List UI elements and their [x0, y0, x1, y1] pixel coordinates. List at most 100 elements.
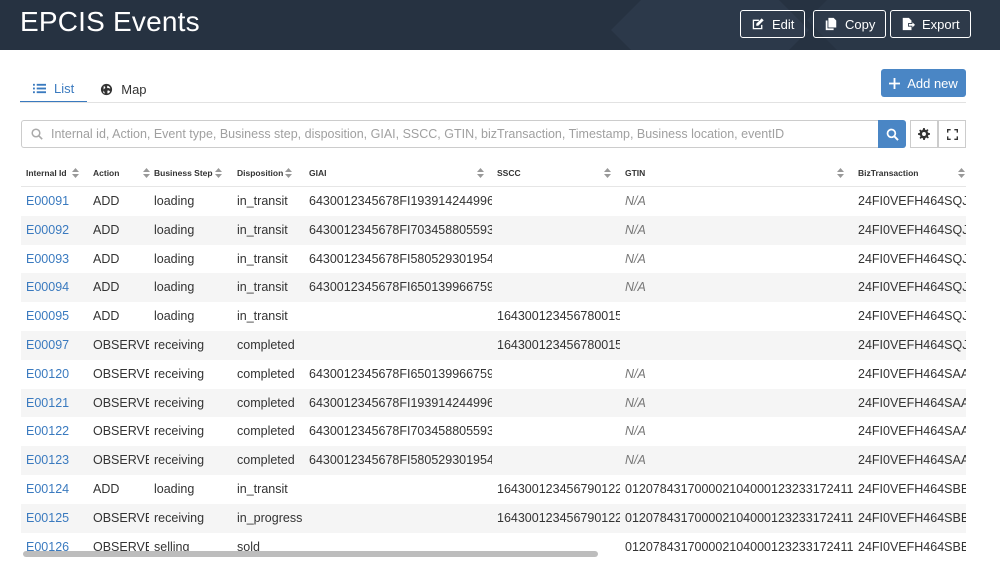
cell-disposition: in_transit [237, 194, 288, 208]
tab-list[interactable]: List [20, 76, 88, 103]
table-row[interactable]: E00120 OBSERVE receiving completed 643001234… [21, 360, 966, 389]
event-id-link[interactable]: E00094 [21, 273, 88, 302]
sort-icon[interactable] [477, 168, 484, 178]
column-header-disposition[interactable]: Disposition [232, 158, 304, 187]
cell-giai [304, 475, 492, 504]
cell-sscc: 164300123456790122 [497, 510, 620, 525]
column-header-giai[interactable]: GIAI [304, 158, 492, 187]
cell-gtin: N/A [625, 453, 646, 468]
cell-disposition: completed [237, 366, 295, 381]
cell-business-step: receiving [154, 510, 205, 525]
app-header: EPCIS Events Edit Copy Export [0, 0, 1000, 50]
tab-map[interactable]: Map [87, 76, 159, 103]
event-id-link[interactable]: E00092 [21, 216, 88, 245]
event-id-link[interactable]: E00095 [21, 302, 88, 331]
horizontal-scrollbar[interactable] [21, 550, 966, 558]
cell-action: ADD [93, 222, 120, 237]
column-header-biztransaction[interactable]: BizTransaction [853, 158, 966, 187]
cell-business-step: receiving [154, 453, 205, 468]
cell-action: ADD [93, 194, 120, 208]
cell-sscc [492, 273, 620, 302]
event-id-link[interactable]: E00122 [21, 417, 88, 446]
column-header-action[interactable]: Action [88, 158, 149, 187]
cell-business-step: receiving [154, 337, 205, 352]
cell-disposition: in_transit [237, 481, 288, 496]
export-button-label: Export [922, 16, 960, 32]
tabs-divider [20, 102, 966, 103]
sort-icon[interactable] [604, 168, 611, 178]
cell-sscc [492, 245, 620, 274]
cell-action: OBSERVE [93, 395, 149, 410]
edit-icon [752, 18, 764, 30]
copy-button[interactable]: Copy [813, 10, 887, 38]
cell-sscc: 164300123456780015 [497, 337, 620, 352]
cell-giai: 6430012345678FI580529301954 [309, 251, 492, 266]
table-row[interactable]: E00097 OBSERVE receiving completed 164300123… [21, 330, 966, 360]
cell-giai: 6430012345678FI193914244996 [309, 395, 492, 410]
export-icon [902, 17, 915, 31]
event-id-link[interactable]: E00125 [21, 504, 88, 533]
globe-icon [101, 83, 113, 96]
cell-giai [304, 302, 492, 331]
edit-button[interactable]: Edit [740, 10, 806, 38]
table-row[interactable]: E00124 ADD loading in_transit 16430012345679… [21, 475, 966, 504]
fullscreen-button[interactable] [938, 120, 966, 148]
cell-gtin: 01207843170000210400012323317241121 [625, 510, 853, 525]
table-header: Internal Id Action Business Step Dispositio… [21, 158, 966, 187]
table-row[interactable]: E00121 OBSERVE receiving completed 643001234… [21, 388, 966, 418]
table-row[interactable]: E00094 ADD loading in_transit 6430012345678F… [21, 273, 966, 303]
cell-business-step: loading [154, 280, 195, 295]
search-input[interactable] [51, 127, 871, 141]
cell-gtin: N/A [625, 424, 646, 439]
sort-icon[interactable] [285, 168, 292, 178]
column-header-sscc[interactable]: SSCC [492, 158, 620, 187]
cell-gtin: N/A [625, 280, 646, 295]
cell-sscc [492, 216, 620, 245]
cell-business-step: loading [154, 194, 195, 208]
table-row[interactable]: E00092 ADD loading in_transit 6430012345678F… [21, 215, 966, 245]
cell-business-step: loading [154, 222, 195, 237]
add-new-button[interactable]: Add new [881, 69, 966, 97]
sort-icon[interactable] [215, 168, 222, 178]
table-row[interactable]: E00125 OBSERVE receiving in_progress 1643001… [21, 503, 966, 533]
cell-action: ADD [93, 309, 120, 324]
edit-button-label: Edit [772, 16, 795, 32]
cell-disposition: completed [237, 424, 295, 439]
event-id-link[interactable]: E00093 [21, 245, 88, 274]
event-id-link[interactable]: E00121 [21, 389, 88, 418]
cell-gtin: N/A [625, 222, 646, 237]
cell-business-step: loading [154, 309, 195, 324]
event-id-link[interactable]: E00120 [21, 360, 88, 389]
table-row[interactable]: E00122 OBSERVE receiving completed 643001234… [21, 417, 966, 446]
add-new-label: Add new [907, 75, 958, 91]
page-title: EPCIS Events [20, 6, 200, 37]
copy-button-label: Copy [845, 16, 876, 32]
export-button[interactable]: Export [890, 10, 971, 38]
cell-giai: 6430012345678FI650139966759 [309, 366, 492, 381]
tab-map-label: Map [121, 82, 147, 97]
search-button[interactable] [878, 120, 906, 148]
cell-biztransaction: 24FI0VEFH464SQJU [858, 280, 966, 295]
event-id-link[interactable]: E00123 [21, 446, 88, 475]
table-row[interactable]: E00095 ADD loading in_transit 16430012345678… [21, 302, 966, 331]
cell-action: OBSERVE [93, 337, 149, 352]
sort-icon[interactable] [958, 168, 965, 178]
event-id-link[interactable]: E00124 [21, 475, 88, 504]
column-header-gtin[interactable]: GTIN [620, 158, 853, 187]
cell-business-step: receiving [154, 424, 205, 439]
table-row[interactable]: E00091 ADD loading in_transit 6430012345678F… [21, 187, 966, 216]
view-tabs: List Map [20, 76, 160, 103]
cell-biztransaction: 24FI0VEFH464SQJU [858, 194, 966, 208]
sort-icon[interactable] [72, 168, 79, 178]
event-id-link[interactable]: E00091 [21, 187, 88, 216]
scrollbar-thumb[interactable] [23, 551, 598, 557]
table-row[interactable]: E00093 ADD loading in_transit 6430012345678F… [21, 245, 966, 274]
cell-action: OBSERVE [93, 366, 149, 381]
plus-icon [889, 77, 901, 89]
table-row[interactable]: E00123 OBSERVE receiving completed 643001234… [21, 446, 966, 475]
settings-button[interactable] [910, 120, 938, 148]
cell-gtin: N/A [625, 366, 646, 381]
sort-icon[interactable] [837, 168, 844, 178]
event-id-link[interactable]: E00097 [21, 331, 88, 360]
cell-biztransaction: 24FI0VEFH464SQJU [858, 337, 966, 352]
